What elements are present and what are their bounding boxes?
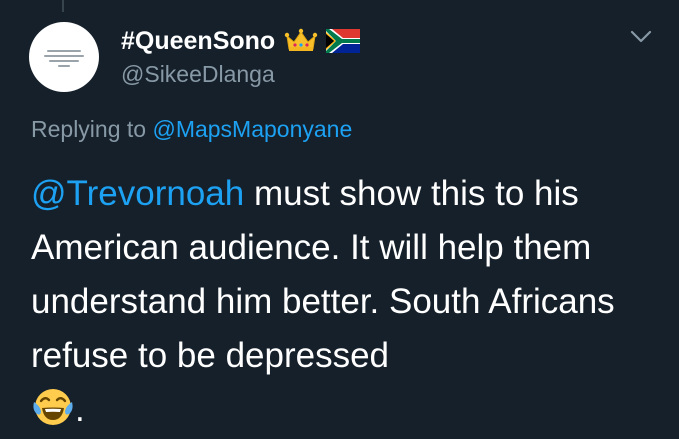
crown-icon xyxy=(284,28,318,51)
tweet-trailing-period: . xyxy=(75,390,85,429)
south-africa-flag-icon xyxy=(326,29,361,53)
thread-connector-line xyxy=(62,0,64,12)
trevornoah-mention-link[interactable]: @Trevornoah xyxy=(31,174,244,213)
avatar-text-graphic xyxy=(43,50,85,70)
chevron-down-icon[interactable] xyxy=(629,28,653,46)
avatar[interactable] xyxy=(29,22,99,92)
tweet-text: @Trevornoah must show this to his Americ… xyxy=(31,167,671,437)
replying-to-mention-link[interactable]: @MapsMaponyane xyxy=(152,116,352,142)
display-name[interactable]: #QueenSono xyxy=(121,27,275,56)
author-row: #QueenSono xyxy=(121,25,361,57)
replying-to-line: Replying to @MapsMaponyane xyxy=(31,116,352,143)
replying-to-label: Replying to xyxy=(31,116,147,142)
user-handle[interactable]: @SikeeDlanga xyxy=(121,61,275,88)
face-with-tears-of-joy-icon xyxy=(33,389,73,425)
